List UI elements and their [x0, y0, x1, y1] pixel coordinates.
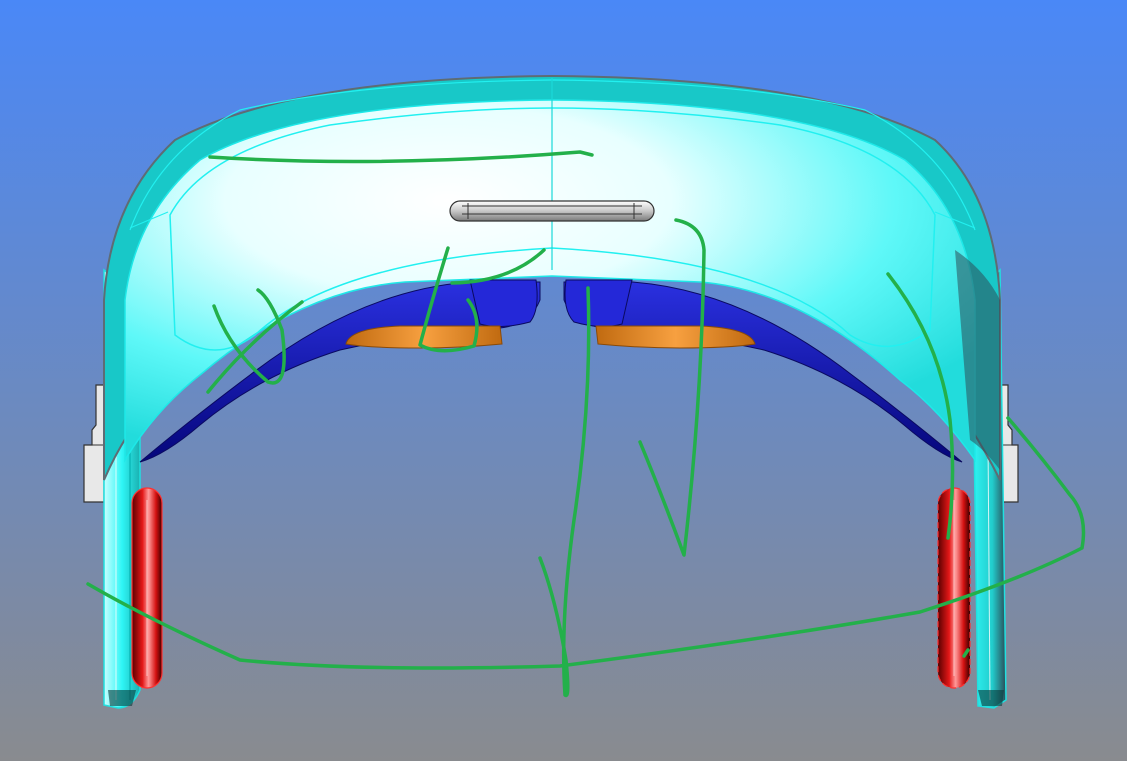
right-strap-pad: [937, 487, 971, 689]
viewport-canvas[interactable]: [0, 0, 1127, 761]
cad-viewport[interactable]: [0, 0, 1127, 761]
right-lens: [595, 325, 756, 349]
left-strap-pad: [131, 487, 163, 689]
top-vent-slot: [449, 200, 655, 222]
